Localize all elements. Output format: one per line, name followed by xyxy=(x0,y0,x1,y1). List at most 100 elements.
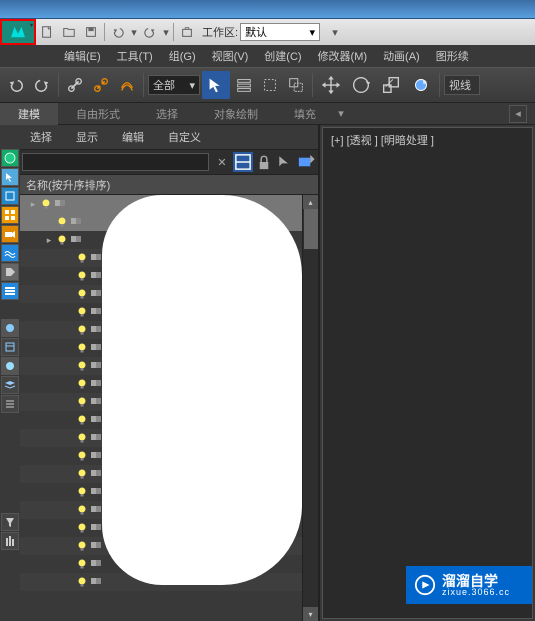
expand-icon[interactable] xyxy=(64,415,74,425)
menu-create[interactable]: 创建(C) xyxy=(256,45,309,67)
tool-grid[interactable] xyxy=(1,206,19,224)
undo-dropdown[interactable]: ▾ xyxy=(129,21,139,43)
tool-layer2[interactable] xyxy=(1,376,19,394)
unlink-button[interactable] xyxy=(89,73,113,97)
panel-tab-edit[interactable]: 编辑 xyxy=(116,127,150,147)
view-value: 视线 xyxy=(449,77,471,93)
tool-list[interactable] xyxy=(1,395,19,413)
tool-tag[interactable] xyxy=(1,263,19,281)
tool-layers[interactable] xyxy=(1,282,19,300)
new-file-button[interactable] xyxy=(36,21,58,43)
menu-animation[interactable]: 动画(A) xyxy=(375,45,428,67)
scene-explorer: 选择 显示 编辑 自定义 ✕ 名称(按升序排序) ▸ ▸ ▴ ▾ xyxy=(20,125,320,621)
search-clear-button[interactable]: ✕ xyxy=(212,152,232,172)
tool-settings[interactable] xyxy=(1,532,19,550)
refcoord-combo[interactable]: 视线 xyxy=(444,75,480,95)
expand-icon[interactable] xyxy=(64,325,74,335)
redo-main-button[interactable] xyxy=(30,73,54,97)
expand-icon[interactable] xyxy=(64,307,74,317)
expand-icon[interactable]: ▸ xyxy=(28,199,38,209)
ribbon-tab-freeform[interactable]: 自由形式 xyxy=(58,103,138,125)
undo-main-button[interactable] xyxy=(4,73,28,97)
scroll-up-button[interactable]: ▴ xyxy=(303,195,318,209)
menu-edit[interactable]: 编辑(E) xyxy=(56,45,109,67)
node-icon xyxy=(90,575,102,590)
bind-button[interactable] xyxy=(115,73,139,97)
rotate-button[interactable] xyxy=(347,71,375,99)
select-name-button[interactable] xyxy=(232,73,256,97)
ribbon-tab-selection[interactable]: 选择 xyxy=(138,103,196,125)
expand-icon[interactable] xyxy=(44,217,54,227)
tool-sphere2[interactable] xyxy=(1,357,19,375)
node-icon xyxy=(90,503,102,518)
expand-icon[interactable] xyxy=(64,577,74,587)
expand-icon[interactable] xyxy=(64,433,74,443)
application-button[interactable]: ▾ xyxy=(0,19,36,45)
redo-dropdown[interactable]: ▾ xyxy=(161,21,171,43)
expand-icon[interactable] xyxy=(64,289,74,299)
view-toggle-button[interactable] xyxy=(233,152,253,172)
expand-icon[interactable] xyxy=(64,379,74,389)
viewport-perspective[interactable]: [+] [透视 ] [明暗处理 ] 溜溜自学 zixue.3066.cc xyxy=(322,127,533,619)
scroll-thumb[interactable] xyxy=(304,209,318,249)
scene-search-input[interactable] xyxy=(22,153,209,171)
expand-icon[interactable] xyxy=(64,523,74,533)
menu-tools[interactable]: 工具(T) xyxy=(109,45,161,67)
expand-icon[interactable]: ▸ xyxy=(44,235,54,245)
panel-tab-custom[interactable]: 自定义 xyxy=(162,127,207,147)
selection-filter-combo[interactable]: 全部▾ xyxy=(148,75,200,95)
tool-select[interactable] xyxy=(1,168,19,186)
workspace-combo[interactable]: 默认▾ xyxy=(240,23,320,41)
link-button[interactable] xyxy=(63,73,87,97)
ribbon-tab-objectpaint[interactable]: 对象绘制 xyxy=(196,103,276,125)
ribbon-tab-modeling[interactable]: 建模 xyxy=(0,103,58,125)
select-object-button[interactable] xyxy=(202,71,230,99)
expand-icon[interactable] xyxy=(64,541,74,551)
place-button[interactable] xyxy=(407,71,435,99)
project-button[interactable] xyxy=(176,21,198,43)
move-button[interactable] xyxy=(317,71,345,99)
menu-modifiers[interactable]: 修改器(M) xyxy=(310,45,376,67)
expand-icon[interactable] xyxy=(64,505,74,515)
menu-views[interactable]: 视图(V) xyxy=(204,45,257,67)
ribbon-collapse-button[interactable]: ◂ xyxy=(509,105,527,123)
save-button[interactable] xyxy=(80,21,102,43)
qat-more-button[interactable]: ▾ xyxy=(324,21,346,43)
expand-icon[interactable] xyxy=(64,487,74,497)
redo-button[interactable] xyxy=(139,21,161,43)
tool-wave[interactable] xyxy=(1,244,19,262)
scene-scrollbar[interactable]: ▴ ▾ xyxy=(302,195,318,621)
scale-button[interactable] xyxy=(377,71,405,99)
expand-icon[interactable] xyxy=(64,343,74,353)
scene-column-header[interactable]: 名称(按升序排序) xyxy=(20,175,318,195)
expand-icon[interactable] xyxy=(64,451,74,461)
tool-filter[interactable] xyxy=(1,513,19,531)
ribbon-dropdown[interactable]: ▾ xyxy=(334,107,348,120)
panel-tab-display[interactable]: 显示 xyxy=(70,127,104,147)
expand-icon[interactable] xyxy=(64,559,74,569)
scroll-down-button[interactable]: ▾ xyxy=(303,607,318,621)
panel-tab-select[interactable]: 选择 xyxy=(24,127,58,147)
expand-icon[interactable] xyxy=(64,253,74,263)
tool-camera[interactable] xyxy=(1,225,19,243)
ribbon-tab-populate[interactable]: 填充 xyxy=(276,103,334,125)
viewport-label[interactable]: [+] [透视 ] [明暗处理 ] xyxy=(331,132,434,148)
lock-button[interactable] xyxy=(254,152,274,172)
expand-icon[interactable] xyxy=(64,271,74,281)
menu-group[interactable]: 组(G) xyxy=(161,45,204,67)
undo-button[interactable] xyxy=(107,21,129,43)
node-icon xyxy=(90,521,102,536)
menu-graph[interactable]: 图形续 xyxy=(428,45,477,67)
tool-window[interactable] xyxy=(1,338,19,356)
expand-icon[interactable] xyxy=(64,361,74,371)
select-region-rect-button[interactable] xyxy=(258,73,282,97)
expand-icon[interactable] xyxy=(64,469,74,479)
tool-box[interactable] xyxy=(1,187,19,205)
window-crossing-button[interactable] xyxy=(284,73,308,97)
tool-world[interactable] xyxy=(1,149,19,167)
expand-icon[interactable] xyxy=(64,397,74,407)
open-file-button[interactable] xyxy=(58,21,80,43)
pick-button[interactable] xyxy=(275,152,295,172)
tool-sphere[interactable] xyxy=(1,319,19,337)
add-button[interactable] xyxy=(296,152,316,172)
